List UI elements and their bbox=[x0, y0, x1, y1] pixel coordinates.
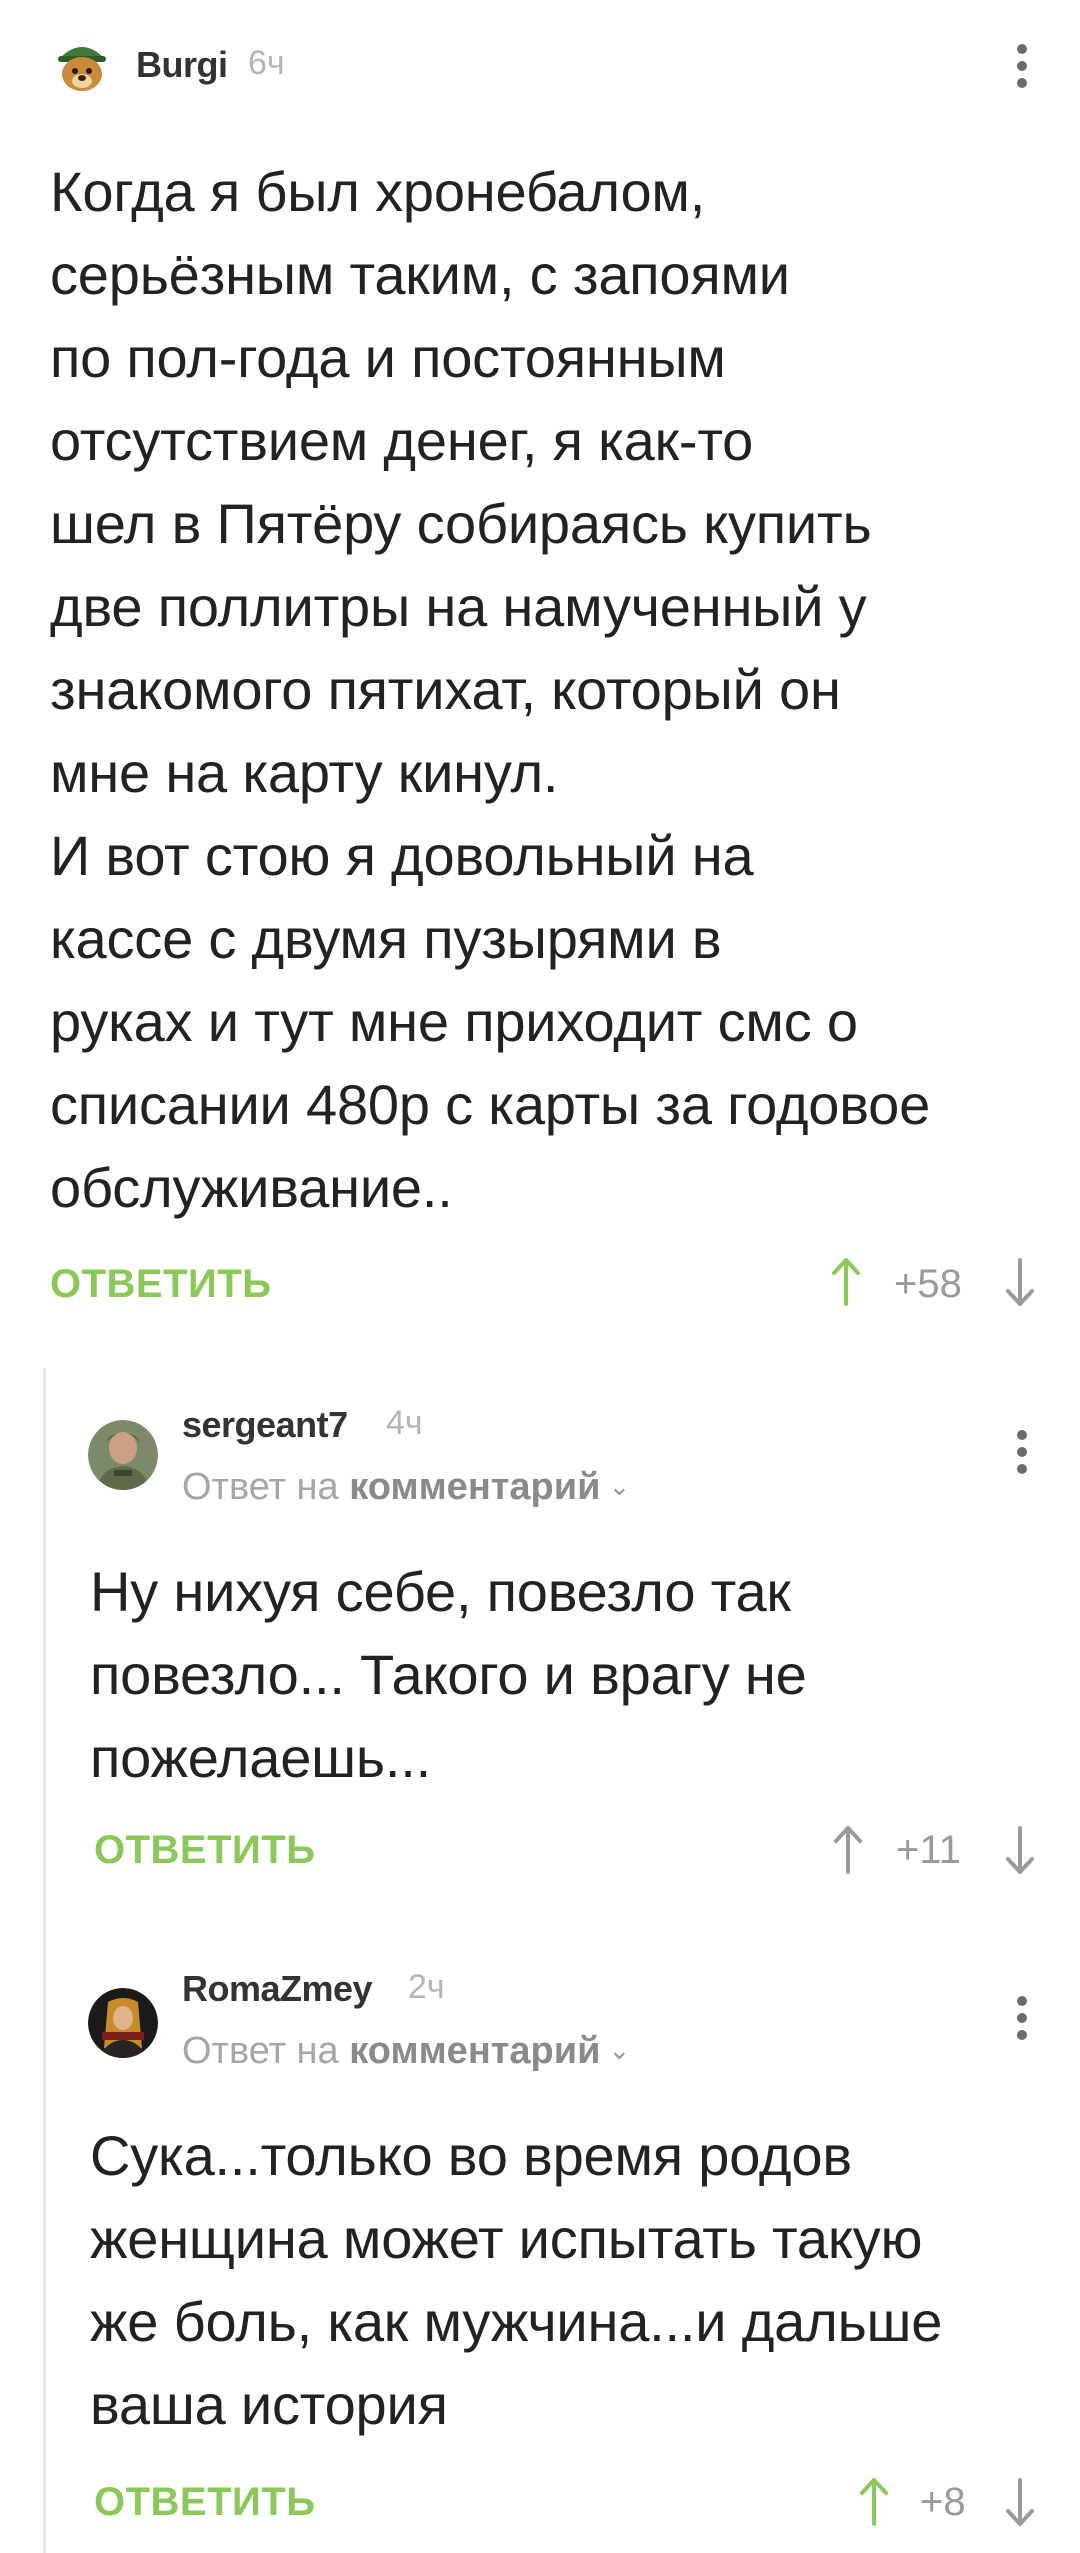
username[interactable]: sergeant7 bbox=[182, 1404, 348, 1446]
comment-text: Когда я был хронебалом, серьёзным таким,… bbox=[50, 160, 931, 1219]
comment-text: Ну нихуя себе, повезло так повезло... Та… bbox=[90, 1560, 807, 1789]
reply-button[interactable]: ОТВЕТИТЬ bbox=[94, 2480, 315, 2525]
more-vertical-icon[interactable] bbox=[1012, 1988, 1032, 2048]
comment-1: Burgi 6ч Когда я был хронебалом, серьёзн… bbox=[0, 0, 1080, 1340]
chevron-down-icon: ⌄ bbox=[608, 1471, 631, 1501]
reply-to-link[interactable]: Ответ на комментарий ⌄ bbox=[182, 1466, 630, 1509]
username[interactable]: Burgi bbox=[136, 44, 228, 86]
more-vertical-icon[interactable] bbox=[1012, 36, 1032, 96]
comment-time: 2ч bbox=[408, 1968, 445, 2006]
comment-text: Сука...только во время родов женщина мож… bbox=[90, 2124, 943, 2436]
reply-to-target: комментарий bbox=[349, 1466, 601, 1508]
comment-3: RomaZmey 2ч Ответ на комментарий ⌄ Сука..… bbox=[0, 1938, 1080, 2553]
chevron-down-icon: ⌄ bbox=[608, 2035, 631, 2065]
arrow-up-icon[interactable] bbox=[830, 1824, 866, 1881]
reply-button[interactable]: ОТВЕТИТЬ bbox=[94, 1828, 315, 1873]
rating: +58 bbox=[894, 1262, 962, 1306]
arrow-up-icon[interactable] bbox=[856, 2476, 892, 2533]
reply-to-target: комментарий bbox=[349, 2030, 601, 2072]
comment-time: 6ч bbox=[248, 44, 285, 82]
arrow-down-icon[interactable] bbox=[1002, 1256, 1038, 1313]
avatar[interactable] bbox=[88, 1988, 158, 2058]
arrow-down-icon[interactable] bbox=[1002, 2476, 1038, 2533]
avatar[interactable] bbox=[50, 32, 114, 96]
reply-button[interactable]: ОТВЕТИТЬ bbox=[50, 1262, 271, 1307]
arrow-down-icon[interactable] bbox=[1002, 1824, 1038, 1881]
reply-to-link[interactable]: Ответ на комментарий ⌄ bbox=[182, 2030, 630, 2073]
comment-time: 4ч bbox=[386, 1404, 423, 1442]
avatar[interactable] bbox=[88, 1420, 158, 1490]
reply-to-prefix: Ответ на bbox=[182, 1466, 350, 1508]
reply-to-prefix: Ответ на bbox=[182, 2030, 350, 2072]
more-vertical-icon[interactable] bbox=[1012, 1422, 1032, 1482]
rating: +11 bbox=[896, 1828, 961, 1872]
arrow-up-icon[interactable] bbox=[828, 1256, 864, 1313]
comment-2: sergeant7 4ч Ответ на комментарий ⌄ Ну ни… bbox=[0, 1368, 1080, 1938]
rating: +8 bbox=[920, 2480, 966, 2524]
username[interactable]: RomaZmey bbox=[182, 1968, 373, 2010]
